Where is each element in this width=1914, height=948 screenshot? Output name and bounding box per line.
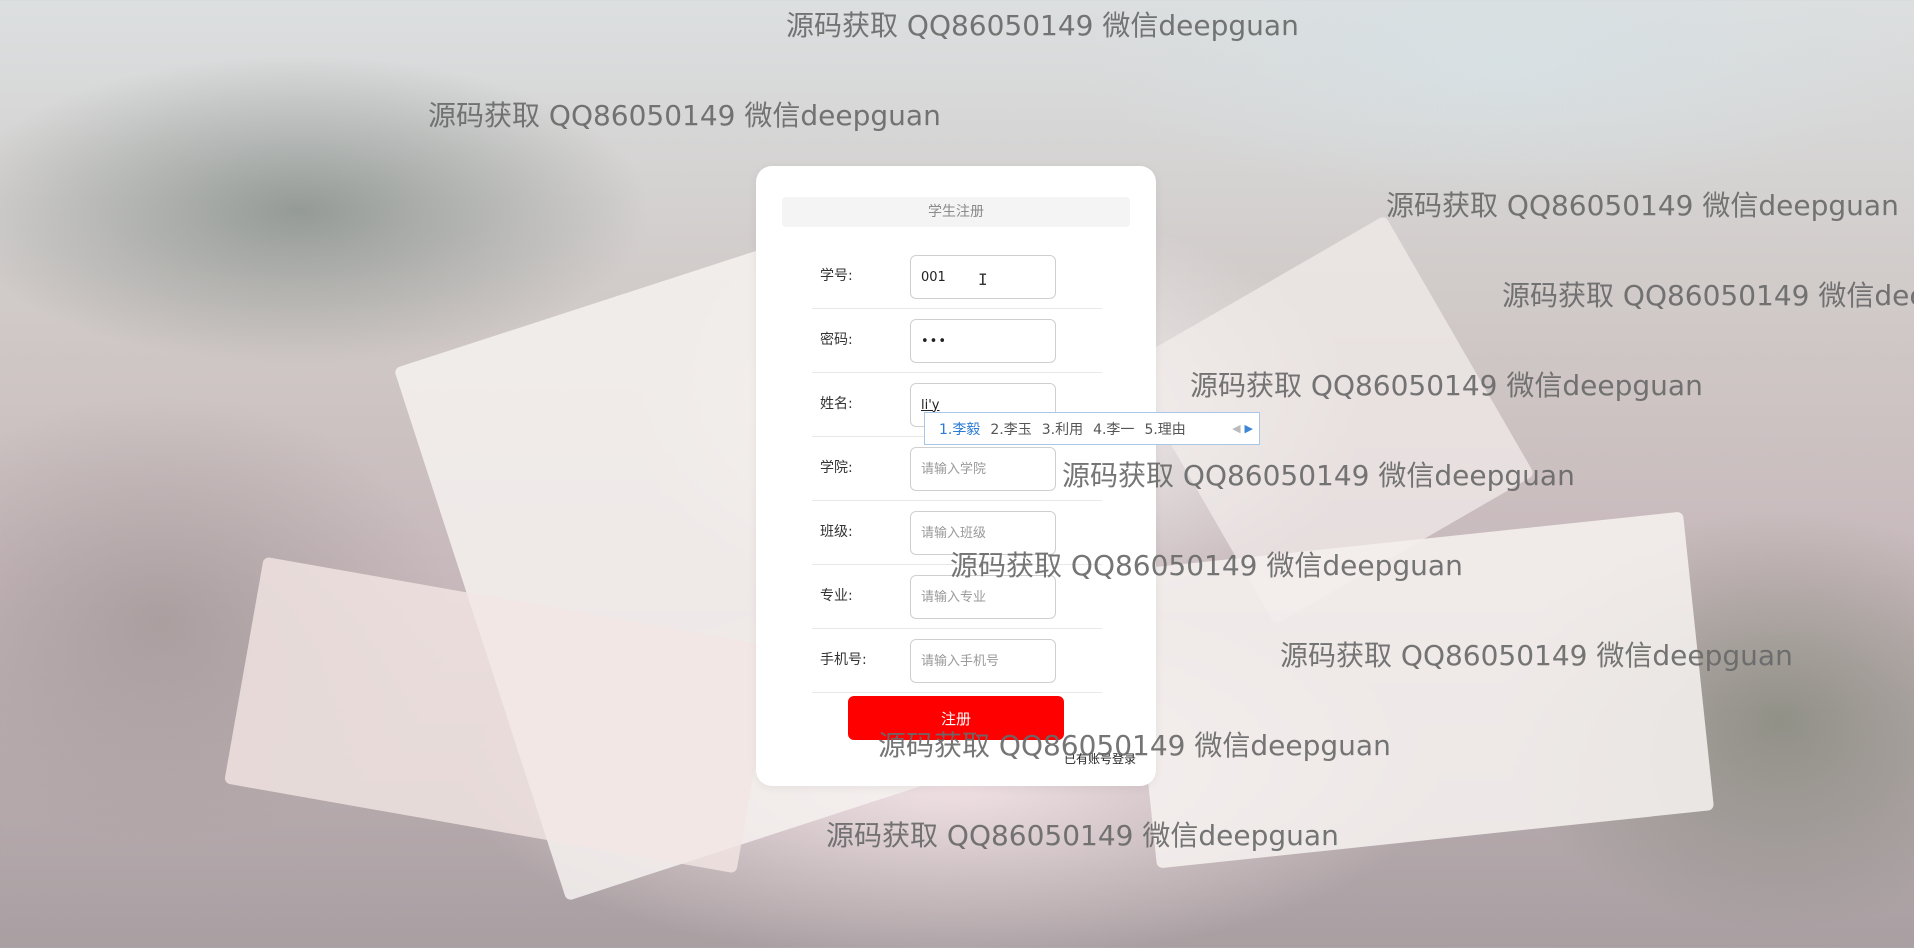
watermark-text: 源码获取 QQ86050149 微信deepguan <box>428 99 941 132</box>
chevron-left-icon[interactable]: ◀ <box>1232 422 1240 435</box>
college-input[interactable] <box>910 447 1056 491</box>
form-row-class: 班级: <box>812 500 1102 565</box>
class-label: 班级: <box>820 524 853 540</box>
form-row-major: 专业: <box>812 564 1102 629</box>
phone-label: 手机号: <box>820 652 867 668</box>
form-row-student-id: 学号: <box>812 244 1102 309</box>
register-card: 学生注册 学号: 密码: 姓名: 学院: 班级: 专业: 手机号: <box>756 166 1156 786</box>
watermark-text: 源码获取 QQ86050149 微信deepguan <box>1386 189 1899 222</box>
ime-candidate-bar: 1.李毅 2.李玉 3.利用 4.李一 5.理由 ◀ ▶ <box>924 412 1260 445</box>
form-title: 学生注册 <box>782 197 1130 227</box>
form-row-college: 学院: <box>812 436 1102 501</box>
ime-candidate[interactable]: 3.利用 <box>1042 419 1083 439</box>
form-row-phone: 手机号: <box>812 628 1102 693</box>
class-input[interactable] <box>910 511 1056 555</box>
student-id-label: 学号: <box>820 268 853 284</box>
phone-input[interactable] <box>910 639 1056 683</box>
ime-candidate[interactable]: 5.理由 <box>1144 419 1185 439</box>
chevron-right-icon[interactable]: ▶ <box>1245 422 1253 435</box>
text-cursor-icon: I <box>978 270 988 289</box>
major-input[interactable] <box>910 575 1056 619</box>
name-label: 姓名: <box>820 396 853 412</box>
form-row-password: 密码: <box>812 308 1102 373</box>
login-link[interactable]: 已有账号登录 <box>1064 750 1136 767</box>
watermark-text: 源码获取 QQ86050149 微信deepguan <box>786 9 1299 42</box>
register-button[interactable]: 注册 <box>848 696 1064 740</box>
background-book-page <box>1125 511 1715 869</box>
password-label: 密码: <box>820 332 853 348</box>
ime-candidate[interactable]: 1.李毅 <box>939 419 980 439</box>
password-input[interactable] <box>910 319 1056 363</box>
college-label: 学院: <box>820 460 853 476</box>
ime-candidate[interactable]: 4.李一 <box>1093 419 1134 439</box>
major-label: 专业: <box>820 588 853 604</box>
ime-candidate[interactable]: 2.李玉 <box>990 419 1031 439</box>
watermark-text: 源码获取 QQ86050149 微信deepguan <box>1502 279 1914 312</box>
